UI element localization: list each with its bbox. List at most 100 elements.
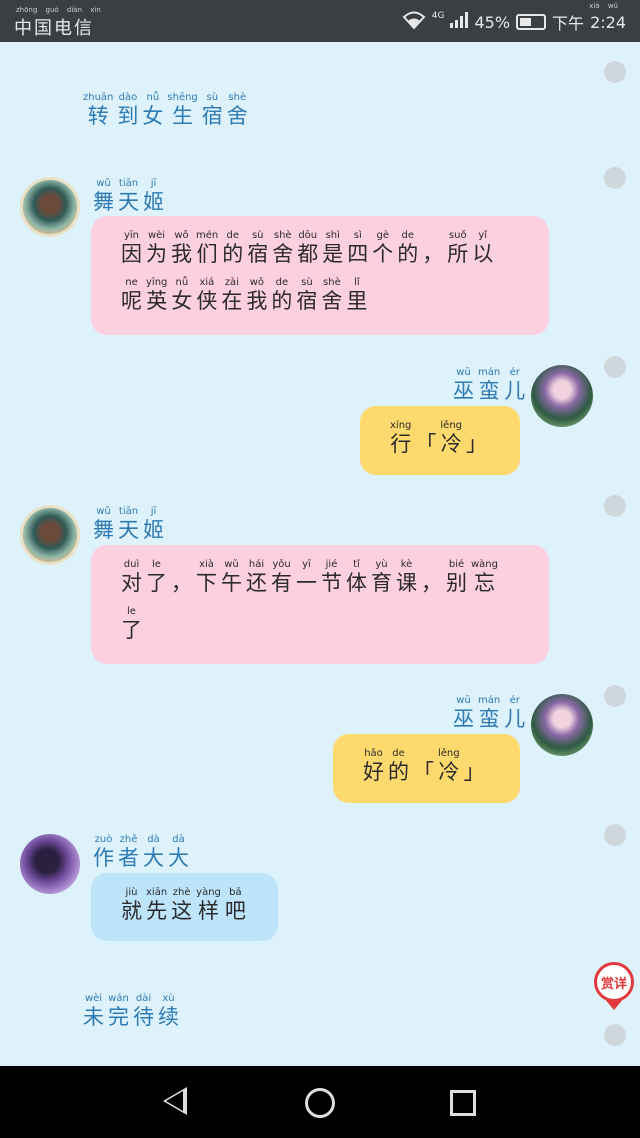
pinyin: de — [392, 748, 405, 759]
pinyin: dōu — [298, 230, 318, 241]
ruby-char: wǔ 午 — [221, 559, 242, 596]
pinyin: wǔ — [96, 178, 111, 189]
hanzi: 在 — [221, 289, 243, 313]
hanzi: 忘 — [474, 571, 495, 595]
message-bubble[interactable]: yīn 因 wèi 为 wǒ 我 mén 们 de 的 sù 宿 shè 舍 dōu 都 shì 是 sì 四 gè 个 d… — [91, 216, 549, 335]
avatar-wutianji[interactable] — [20, 177, 80, 237]
message-bubble[interactable]: duì 对 le 了， xià 下 wǔ 午 hái 还 yǒu 有 yī 一 jié 节 tǐ 体 yù 育 kè 课，… — [91, 545, 549, 664]
pinyin: jié — [325, 559, 338, 570]
hanzi: 的 — [397, 242, 419, 266]
pinyin: xíng — [390, 420, 412, 431]
position-dot[interactable] — [604, 824, 626, 846]
home-icon[interactable] — [305, 1088, 335, 1118]
position-dot[interactable] — [604, 1024, 626, 1046]
ruby-char: nǚ 女 — [171, 277, 192, 314]
pinyin: kè — [400, 559, 413, 570]
recent-apps-icon[interactable] — [450, 1090, 476, 1116]
sender-name: zuò 作 zhě 者 dà 大 dà 大 — [93, 834, 193, 871]
hanzi: 我 — [171, 242, 192, 266]
avatar-wutianji[interactable] — [20, 505, 80, 565]
ruby-char: wǒ 我 — [171, 230, 192, 267]
position-dot[interactable] — [604, 167, 626, 189]
hanzi: 别 — [446, 571, 467, 595]
ruby-char: wū 巫 — [453, 695, 474, 732]
hanzi: 是 — [322, 242, 344, 266]
signal-label: 4G — [431, 11, 445, 21]
ruby-char: xiān 先 — [146, 887, 167, 924]
ruby-char: mén 们 — [196, 230, 218, 267]
hanzi: 以 — [472, 242, 494, 266]
ruby-char: shè 舍 — [321, 277, 342, 314]
pinyin: zhuǎn — [83, 92, 114, 103]
ruby-char: yīn 因 — [121, 230, 142, 267]
ruby-char: sì 四 — [347, 230, 368, 267]
pinyin: zhě — [119, 834, 138, 845]
reward-button[interactable]: 赏详 — [594, 962, 634, 1002]
hanzi: 待 — [133, 1005, 154, 1029]
hanzi: ， — [422, 242, 444, 266]
pinyin: yīn — [123, 230, 140, 241]
hanzi: 舍 — [321, 289, 343, 313]
avatar-wumaner[interactable] — [531, 694, 593, 756]
message-bubble[interactable]: xíng 行「lěng 冷」 — [360, 406, 520, 475]
ruby-char: zuò 作 — [93, 834, 114, 871]
hanzi: 的 — [388, 760, 409, 784]
pinyin: ér — [509, 695, 520, 706]
hanzi: 儿 — [504, 379, 526, 403]
pinyin: lěng — [438, 748, 460, 759]
back-icon[interactable] — [163, 1087, 187, 1115]
pinyin: zài — [224, 277, 239, 288]
pinyin: dào — [118, 92, 138, 103]
message-bubble[interactable]: hǎo 好 de 的「lěng 冷」 — [333, 734, 520, 803]
position-dot[interactable] — [604, 356, 626, 378]
ruby-char: wǔ 舞 — [93, 506, 114, 543]
hanzi: 体 — [346, 571, 367, 595]
message-line: xíng 行「lěng 冷」 — [390, 420, 492, 457]
ruby-char: gè 个 — [372, 230, 393, 267]
ruby-char: 」 — [464, 748, 485, 785]
pinyin: yīng — [146, 277, 168, 288]
hanzi: 巫 — [453, 707, 474, 731]
position-dot[interactable] — [604, 685, 626, 707]
ruby-char: sù 宿 — [202, 92, 223, 129]
hanzi: 」 — [466, 432, 488, 456]
ruby-char: tiān 天 — [118, 506, 139, 543]
pinyin: de — [401, 230, 414, 241]
hanzi: ， — [171, 571, 192, 595]
position-dot[interactable] — [604, 61, 626, 83]
avatar-author[interactable] — [20, 834, 80, 894]
ruby-char: bié 别 — [446, 559, 467, 596]
pinyin: shēng — [167, 92, 198, 103]
ruby-char: jī 姬 — [143, 506, 164, 543]
pinyin: jiù — [125, 887, 138, 898]
ruby-char: 「 — [415, 420, 436, 457]
ruby-char: mán 蛮 — [478, 367, 500, 404]
clock: 2:24 — [590, 12, 626, 32]
pinyin: tiān — [118, 178, 139, 189]
pinyin: wǒ — [249, 277, 265, 288]
ruby-char: dōu 都 — [297, 230, 318, 267]
hanzi: 姬 — [143, 190, 164, 214]
message-line: duì 对 le 了， xià 下 wǔ 午 hái 还 yǒu 有 yī 一 jié 节 tǐ 体 yù 育 kè 课，… — [121, 559, 521, 596]
ruby-char: ， — [171, 559, 192, 596]
hanzi: 天 — [118, 190, 139, 214]
pinyin: wǔ — [96, 506, 111, 517]
navigation-bar — [0, 1066, 640, 1138]
position-dot[interactable] — [604, 495, 626, 517]
wifi-icon — [402, 11, 426, 33]
ruby-char: bā 吧 — [225, 887, 246, 924]
message-bubble[interactable]: jiù 就 xiān 先 zhè 这 yàng 样 bā 吧 — [91, 873, 278, 941]
pinyin: yǒu — [272, 559, 291, 570]
pinyin: xù — [162, 993, 175, 1004]
ruby-char: xù 续 — [158, 993, 179, 1030]
pinyin: sù — [301, 277, 313, 288]
hanzi: 儿 — [504, 707, 526, 731]
ruby-char: ， — [422, 230, 443, 267]
pinyin: wū — [456, 695, 471, 706]
pinyin: wū — [456, 367, 471, 378]
ruby-char: jiù 就 — [121, 887, 142, 924]
hanzi: 还 — [246, 571, 267, 595]
avatar-wumaner[interactable] — [531, 365, 593, 427]
ruby-char: ér 儿 — [504, 367, 525, 404]
hanzi: 我 — [246, 289, 268, 313]
